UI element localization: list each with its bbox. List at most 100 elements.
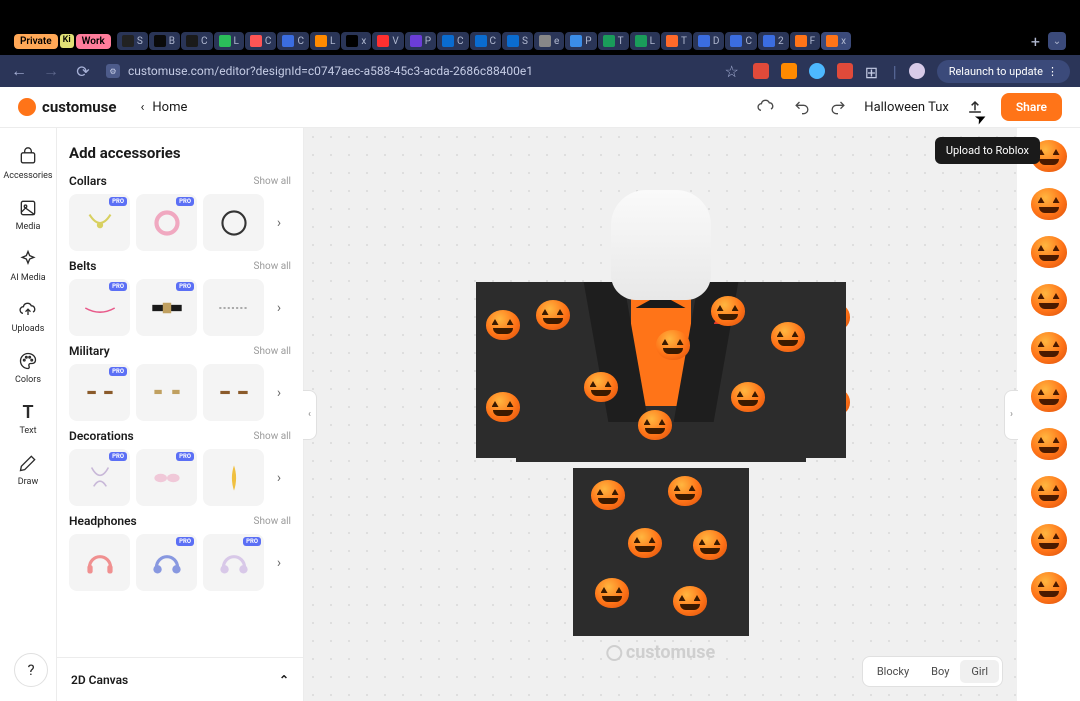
3d-canvas[interactable]: ‹ › customuse: [304, 128, 1017, 701]
browser-tab[interactable]: L: [630, 32, 660, 50]
upload-to-roblox-button[interactable]: ➤: [965, 97, 985, 117]
profile-avatar[interactable]: [909, 63, 925, 79]
tool-text[interactable]: TText: [13, 395, 43, 442]
extension-icon-2[interactable]: [781, 63, 797, 79]
tool-accessories[interactable]: Accessories: [0, 140, 57, 187]
browser-tab[interactable]: L: [310, 32, 340, 50]
more-button[interactable]: ›: [270, 469, 288, 487]
browser-tab[interactable]: C: [725, 32, 757, 50]
forward-button[interactable]: →: [42, 61, 60, 81]
browser-tab[interactable]: B: [149, 32, 180, 50]
address-bar[interactable]: ⚙ customuse.com/editor?designId=c0747aec…: [106, 64, 710, 78]
browser-tab[interactable]: x: [821, 32, 851, 50]
browser-tab[interactable]: S: [117, 32, 148, 50]
body-type-option[interactable]: Blocky: [866, 660, 920, 683]
accessory-thumb[interactable]: PRO: [69, 364, 130, 421]
more-button[interactable]: ›: [270, 384, 288, 402]
extensions-puzzle-icon[interactable]: ⊞: [865, 63, 881, 79]
design-name[interactable]: Halloween Tux: [864, 100, 949, 115]
browser-tab[interactable]: C: [181, 32, 213, 50]
browser-tab[interactable]: C: [277, 32, 309, 50]
browser-tab[interactable]: C: [245, 32, 277, 50]
back-button[interactable]: ←: [10, 61, 28, 81]
accessory-thumb[interactable]: [203, 194, 264, 251]
tool-draw[interactable]: Draw: [13, 446, 43, 493]
texture-sidebar[interactable]: [1017, 128, 1080, 701]
texture-pumpkin-icon[interactable]: [1031, 524, 1067, 556]
texture-pumpkin-icon[interactable]: [1031, 476, 1067, 508]
redo-icon[interactable]: [828, 97, 848, 117]
accessory-thumb[interactable]: PRO: [136, 194, 197, 251]
accessory-thumb[interactable]: [203, 279, 264, 336]
texture-pumpkin-icon[interactable]: [1031, 332, 1067, 364]
accessory-thumb[interactable]: PRO: [69, 279, 130, 336]
more-button[interactable]: ›: [270, 554, 288, 572]
undo-icon[interactable]: [792, 97, 812, 117]
more-button[interactable]: ›: [270, 299, 288, 317]
badge-ki[interactable]: Ki: [60, 34, 74, 48]
browser-tab[interactable]: P: [565, 32, 596, 50]
site-settings-icon[interactable]: ⚙: [106, 64, 120, 78]
browser-tab[interactable]: C: [437, 32, 469, 50]
browser-tab[interactable]: F: [790, 32, 821, 50]
badge-work[interactable]: Work: [76, 34, 111, 49]
browser-tab[interactable]: D: [693, 32, 725, 50]
browser-tab[interactable]: x: [341, 32, 371, 50]
browser-tab[interactable]: L: [214, 32, 244, 50]
body-type-option[interactable]: Boy: [920, 660, 960, 683]
accessory-thumb[interactable]: PRO: [136, 534, 197, 591]
show-all-link[interactable]: Show all: [254, 431, 291, 442]
texture-pumpkin-icon[interactable]: [1031, 188, 1067, 220]
browser-tab[interactable]: T: [661, 32, 692, 50]
browser-tab[interactable]: V: [372, 32, 403, 50]
home-link[interactable]: ‹ Home: [140, 100, 187, 115]
accessory-thumb[interactable]: PRO: [203, 534, 264, 591]
extension-icon-3[interactable]: [809, 63, 825, 79]
show-all-link[interactable]: Show all: [254, 176, 291, 187]
texture-pumpkin-icon[interactable]: [1031, 572, 1067, 604]
browser-tab[interactable]: e: [534, 32, 564, 50]
tool-media[interactable]: Media: [12, 191, 45, 238]
show-all-link[interactable]: Show all: [254, 346, 291, 357]
show-all-link[interactable]: Show all: [254, 516, 291, 527]
texture-pumpkin-icon[interactable]: [1031, 380, 1067, 412]
texture-pumpkin-icon[interactable]: [1031, 236, 1067, 268]
texture-pumpkin-icon[interactable]: [1031, 284, 1067, 316]
accessory-thumb[interactable]: PRO: [69, 449, 130, 506]
brand-logo[interactable]: customuse: [18, 98, 116, 116]
body-type-option[interactable]: Girl: [960, 660, 999, 683]
share-button[interactable]: Share: [1001, 93, 1062, 121]
bookmark-star-icon[interactable]: ☆: [724, 62, 738, 81]
roblox-avatar[interactable]: [491, 190, 831, 670]
accessory-thumb[interactable]: [69, 534, 130, 591]
texture-pumpkin-icon[interactable]: [1031, 428, 1067, 460]
accessory-thumb[interactable]: PRO: [69, 194, 130, 251]
relaunch-button[interactable]: Relaunch to update ⋮: [937, 60, 1070, 83]
accessory-thumb[interactable]: [203, 449, 264, 506]
more-button[interactable]: ›: [270, 214, 288, 232]
tool-colors[interactable]: Colors: [11, 344, 45, 391]
browser-tab[interactable]: P: [405, 32, 436, 50]
collapse-panel-right-button[interactable]: ›: [1004, 390, 1018, 440]
cloud-sync-icon[interactable]: [756, 97, 776, 117]
extension-icon-4[interactable]: [837, 63, 853, 79]
menu-dots-icon[interactable]: ⋮: [1047, 65, 1058, 78]
accessory-thumb[interactable]: PRO: [136, 279, 197, 336]
accessory-thumb[interactable]: [203, 364, 264, 421]
browser-tab[interactable]: S: [502, 32, 533, 50]
2d-canvas-toggle[interactable]: 2D Canvas ⌃: [57, 657, 303, 701]
help-button[interactable]: ?: [14, 653, 48, 687]
extension-icon-1[interactable]: [753, 63, 769, 79]
show-all-link[interactable]: Show all: [254, 261, 291, 272]
collapse-panel-left-button[interactable]: ‹: [303, 390, 317, 440]
tab-overflow-button[interactable]: ⌄: [1048, 32, 1066, 50]
badge-private[interactable]: Private: [14, 34, 58, 49]
body-type-toggle[interactable]: BlockyBoyGirl: [862, 656, 1003, 687]
accessory-thumb[interactable]: [136, 364, 197, 421]
new-tab-button[interactable]: +: [1025, 32, 1046, 51]
tool-aimedia[interactable]: AI Media: [6, 242, 49, 289]
browser-tab[interactable]: C: [470, 32, 502, 50]
browser-tab[interactable]: T: [598, 32, 629, 50]
accessory-thumb[interactable]: PRO: [136, 449, 197, 506]
tool-uploads[interactable]: Uploads: [8, 293, 49, 340]
